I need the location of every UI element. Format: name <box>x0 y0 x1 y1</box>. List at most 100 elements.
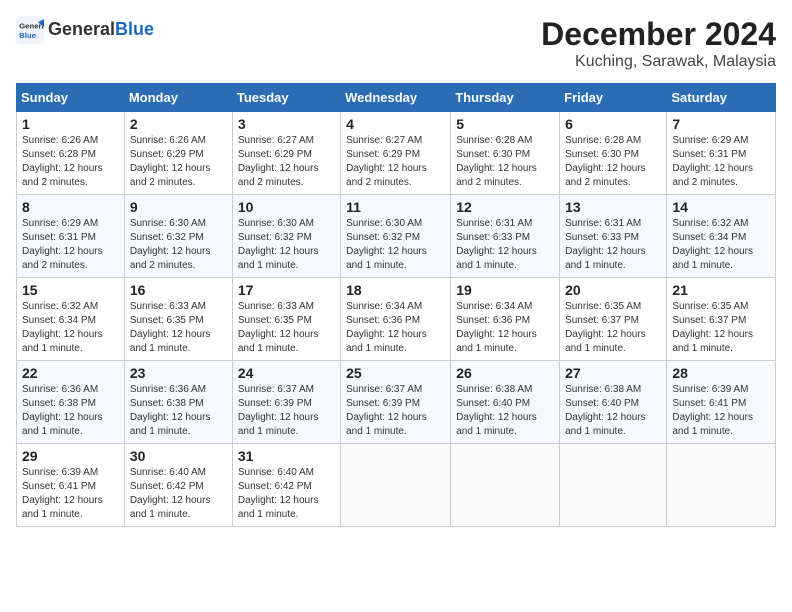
calendar-cell: 19Sunrise: 6:34 AMSunset: 6:36 PMDayligh… <box>451 278 560 361</box>
day-number: 12 <box>456 199 554 215</box>
calendar-cell: 18Sunrise: 6:34 AMSunset: 6:36 PMDayligh… <box>341 278 451 361</box>
calendar-cell: 4Sunrise: 6:27 AMSunset: 6:29 PMDaylight… <box>341 112 451 195</box>
sunrise-text: Sunrise: 6:36 AM <box>130 384 206 395</box>
daylight-text: Daylight: 12 hours and 1 minute. <box>22 329 103 354</box>
calendar-cell <box>341 444 451 527</box>
page-header: General Blue GeneralBlue December 2024 K… <box>16 16 776 71</box>
day-number: 25 <box>346 365 445 381</box>
daylight-text: Daylight: 12 hours and 2 minutes. <box>22 163 103 188</box>
sunrise-text: Sunrise: 6:26 AM <box>130 135 206 146</box>
calendar-cell: 12 Sunrise: 6:31 AMSunset: 6:33 PMDayligh… <box>451 195 560 278</box>
sunset-text: Sunset: 6:41 PM <box>672 398 746 409</box>
calendar-cell: 28 Sunrise: 6:39 AMSunset: 6:41 PMDayligh… <box>667 361 776 444</box>
sunset-text: Sunset: 6:32 PM <box>346 232 420 243</box>
calendar-week-5: 29 Sunrise: 6:39 AMSunset: 6:41 PMDayligh… <box>17 444 776 527</box>
day-info: Sunrise: 6:37 AMSunset: 6:39 PMDaylight:… <box>238 383 335 439</box>
day-info: Sunrise: 6:36 AMSunset: 6:38 PMDaylight:… <box>22 383 119 439</box>
day-number: 26 <box>456 365 554 381</box>
calendar-cell: 25 Sunrise: 6:37 AMSunset: 6:39 PMDayligh… <box>341 361 451 444</box>
daylight-text: Daylight: 12 hours and 1 minute. <box>130 329 211 354</box>
sunset-text: Sunset: 6:41 PM <box>22 481 96 492</box>
day-info: Sunrise: 6:28 AMSunset: 6:30 PMDaylight:… <box>565 134 661 190</box>
sunrise-text: Sunrise: 6:30 AM <box>346 218 422 229</box>
day-info: Sunrise: 6:26 AM Sunset: 6:28 PM Daylight:… <box>22 134 119 190</box>
calendar-body: 1Sunrise: 6:26 AMSunset: 6:28 PMDaylight… <box>17 112 776 527</box>
calendar-week-3: 15Sunrise: 6:32 AMSunset: 6:34 PMDayligh… <box>17 278 776 361</box>
daylight-text: Daylight: 12 hours and 1 minute. <box>456 329 537 354</box>
sunrise-text: Sunrise: 6:32 AM <box>22 301 98 312</box>
sunset-text: Sunset: 6:31 PM <box>22 232 96 243</box>
day-number: 28 <box>672 365 770 381</box>
day-number: 7 <box>672 116 770 132</box>
calendar-cell: 13Sunrise: 6:31 AMSunset: 6:33 PMDayligh… <box>560 195 667 278</box>
day-info: Sunrise: 6:34 AM Sunset: 6:36 PM Daylight:… <box>456 300 554 356</box>
calendar-week-4: 22Sunrise: 6:36 AMSunset: 6:38 PMDayligh… <box>17 361 776 444</box>
sunset-text: Sunset: 6:36 PM <box>456 315 530 326</box>
calendar-cell: 2Sunrise: 6:26 AMSunset: 6:29 PMDaylight… <box>124 112 232 195</box>
sunrise-text: Sunrise: 6:34 AM <box>346 301 422 312</box>
day-info: Sunrise: 6:39 AMSunset: 6:41 PMDaylight:… <box>672 383 770 439</box>
sunset-text: Sunset: 6:28 PM <box>22 149 96 160</box>
calendar-cell: 22Sunrise: 6:36 AMSunset: 6:38 PMDayligh… <box>17 361 125 444</box>
calendar-cell: 7Sunrise: 6:29 AMSunset: 6:31 PMDaylight… <box>667 112 776 195</box>
daylight-text: Daylight: 12 hours and 1 minute. <box>346 329 427 354</box>
sunset-text: Sunset: 6:29 PM <box>130 149 204 160</box>
sunset-text: Sunset: 6:33 PM <box>456 232 530 243</box>
day-number: 13 <box>565 199 661 215</box>
calendar-cell: 29 Sunrise: 6:39 AMSunset: 6:41 PMDayligh… <box>17 444 125 527</box>
daylight-text: Daylight: 12 hours and 1 minute. <box>346 412 427 437</box>
day-info: Sunrise: 6:29 AMSunset: 6:31 PMDaylight:… <box>22 217 119 273</box>
day-info: Sunrise: 6:27 AMSunset: 6:29 PMDaylight:… <box>346 134 445 190</box>
sunset-text: Sunset: 6:34 PM <box>672 232 746 243</box>
sunrise-text: Sunrise: 6:26 AM <box>22 135 98 146</box>
sunrise-text: Sunrise: 6:27 AM <box>346 135 422 146</box>
day-number: 23 <box>130 365 227 381</box>
sunrise-text: Sunrise: 6:40 AM <box>238 467 314 478</box>
daylight-text: Daylight: 12 hours and 1 minute. <box>672 329 753 354</box>
day-info: Sunrise: 6:39 AMSunset: 6:41 PMDaylight:… <box>22 466 119 522</box>
sunset-text: Sunset: 6:36 PM <box>346 315 420 326</box>
day-info: Sunrise: 6:38 AMSunset: 6:40 PMDaylight:… <box>456 383 554 439</box>
day-info: Sunrise: 6:30 AMSunset: 6:32 PMDaylight:… <box>238 217 335 273</box>
svg-text:Blue: Blue <box>19 31 37 40</box>
calendar-week-2: 8Sunrise: 6:29 AMSunset: 6:31 PMDaylight… <box>17 195 776 278</box>
calendar-cell: 5Sunrise: 6:28 AMSunset: 6:30 PMDaylight… <box>451 112 560 195</box>
day-number: 24 <box>238 365 335 381</box>
sunset-text: Sunset: 6:32 PM <box>238 232 312 243</box>
sunrise-text: Sunrise: 6:37 AM <box>238 384 314 395</box>
daylight-text: Daylight: 12 hours and 2 minutes. <box>672 163 753 188</box>
sunrise-text: Sunrise: 6:27 AM <box>238 135 314 146</box>
daylight-text: Daylight: 12 hours and 1 minute. <box>22 495 103 520</box>
day-number: 29 <box>22 448 119 464</box>
daylight-text: Daylight: 12 hours and 1 minute. <box>565 329 646 354</box>
sunset-text: Sunset: 6:42 PM <box>130 481 204 492</box>
calendar-table: SundayMondayTuesdayWednesdayThursdayFrid… <box>16 83 776 527</box>
calendar-cell: 14Sunrise: 6:32 AMSunset: 6:34 PMDayligh… <box>667 195 776 278</box>
calendar-cell: 20Sunrise: 6:35 AMSunset: 6:37 PMDayligh… <box>560 278 667 361</box>
day-info: Sunrise: 6:37 AMSunset: 6:39 PMDaylight:… <box>346 383 445 439</box>
daylight-text: Daylight: 12 hours and 2 minutes. <box>22 246 103 271</box>
logo-text: GeneralBlue <box>48 20 154 40</box>
day-number: 5 <box>456 116 554 132</box>
day-number: 15 <box>22 282 119 298</box>
daylight-text: Daylight: 12 hours and 1 minute. <box>238 246 319 271</box>
calendar-header: SundayMondayTuesdayWednesdayThursdayFrid… <box>17 84 776 112</box>
day-info: Sunrise: 6:36 AMSunset: 6:38 PMDaylight:… <box>130 383 227 439</box>
day-info: Sunrise: 6:30 AMSunset: 6:32 PMDaylight:… <box>130 217 227 273</box>
daylight-text: Daylight: 12 hours and 1 minute. <box>238 495 319 520</box>
sunset-text: Sunset: 6:30 PM <box>456 149 530 160</box>
day-info: Sunrise: 6:26 AMSunset: 6:29 PMDaylight:… <box>130 134 227 190</box>
daylight-text: Daylight: 12 hours and 2 minutes. <box>238 163 319 188</box>
day-number: 30 <box>130 448 227 464</box>
logo-blue: Blue <box>115 19 154 39</box>
day-info: Sunrise: 6:31 AMSunset: 6:33 PMDaylight:… <box>456 217 554 273</box>
day-info: Sunrise: 6:30 AMSunset: 6:32 PMDaylight:… <box>346 217 445 273</box>
sunrise-text: Sunrise: 6:34 AM <box>456 301 532 312</box>
sunrise-text: Sunrise: 6:31 AM <box>565 218 641 229</box>
calendar-cell <box>667 444 776 527</box>
day-number: 10 <box>238 199 335 215</box>
day-number: 16 <box>130 282 227 298</box>
logo: General Blue GeneralBlue <box>16 16 154 44</box>
calendar-cell: 8Sunrise: 6:29 AMSunset: 6:31 PMDaylight… <box>17 195 125 278</box>
sunrise-text: Sunrise: 6:29 AM <box>672 135 748 146</box>
